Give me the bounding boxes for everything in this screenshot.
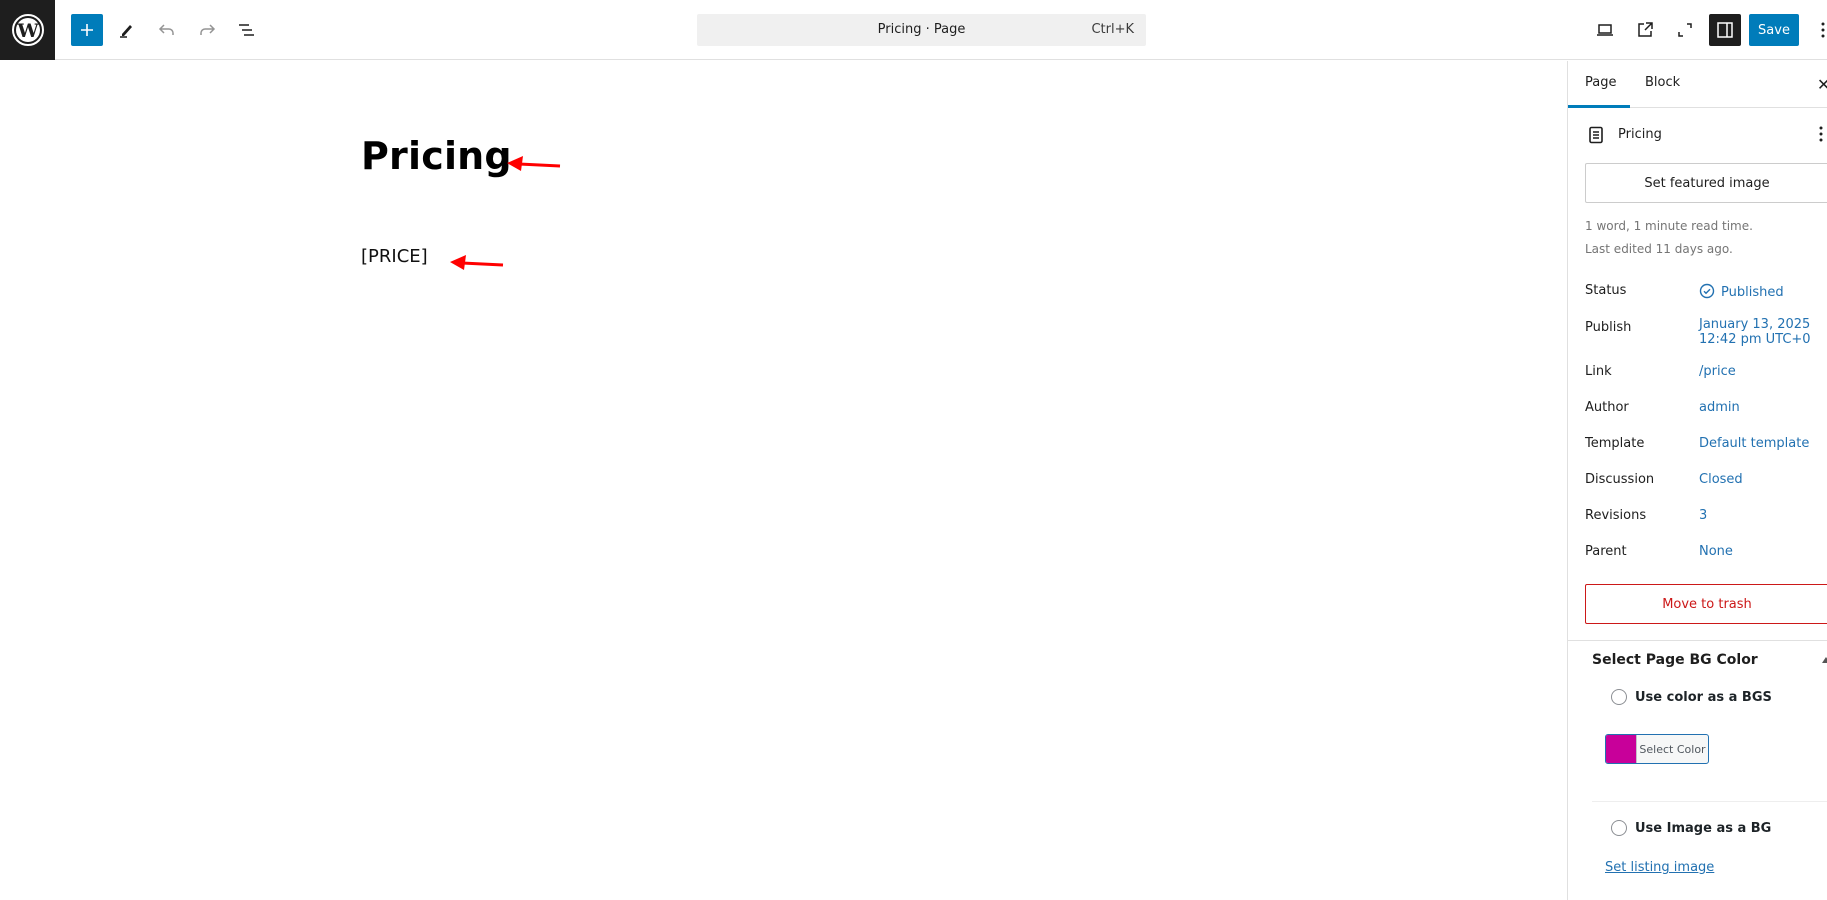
editor-canvas[interactable]: Pricing [PRICE] (0, 61, 1567, 900)
move-to-trash-button[interactable]: Move to trash (1585, 584, 1827, 624)
redo-icon (200, 24, 216, 35)
bg-color-panel-title[interactable]: Select Page BG Color (1592, 652, 1758, 668)
publish-time: 12:42 pm UTC+0 (1699, 332, 1811, 347)
external-link-icon (1638, 22, 1653, 37)
kebab-icon (1821, 22, 1825, 38)
use-image-label: Use Image as a BG (1635, 821, 1772, 836)
active-tab-indicator (1568, 105, 1630, 108)
revisions-label: Revisions (1585, 508, 1647, 523)
word-count: 1 word, 1 minute read time. (1585, 219, 1753, 233)
sidebar-tabs: Page Block ✕ (1568, 61, 1827, 108)
command-palette-bar[interactable]: Pricing · Page Ctrl+K (697, 14, 1146, 46)
publish-date: January 13, 2025 (1699, 317, 1811, 332)
color-swatch (1606, 735, 1636, 763)
last-edited: Last edited 11 days ago. (1585, 242, 1733, 256)
template-value[interactable]: Default template (1699, 436, 1809, 451)
view-page-button[interactable] (1629, 14, 1661, 46)
status-label: Status (1585, 283, 1627, 298)
set-featured-image-button[interactable]: Set featured image (1585, 163, 1827, 203)
use-color-radio[interactable] (1611, 689, 1627, 705)
settings-toggle-button[interactable] (1709, 14, 1741, 46)
fullscreen-icon (1678, 23, 1692, 37)
use-image-radio[interactable] (1611, 820, 1627, 836)
template-label: Template (1585, 436, 1645, 451)
status-value[interactable]: Published (1699, 283, 1784, 300)
shortcode-paragraph[interactable]: [PRICE] (361, 246, 428, 267)
svg-text:W: W (16, 20, 39, 42)
block-inserter-button[interactable] (71, 14, 103, 46)
annotation-arrow-content (450, 255, 504, 270)
use-color-label: Use color as a BGS (1635, 690, 1772, 705)
color-picker-button[interactable]: Select Color (1605, 734, 1709, 764)
sidebar-toggle-icon (1717, 22, 1733, 38)
author-value[interactable]: admin (1699, 400, 1740, 415)
undo-button[interactable] (151, 14, 183, 46)
status-text: Published (1721, 285, 1784, 300)
document-title: Pricing · Page (877, 22, 966, 37)
discussion-label: Discussion (1585, 472, 1655, 487)
post-title[interactable]: Pricing (361, 134, 512, 178)
device-preview-button[interactable] (1589, 14, 1621, 46)
discussion-value[interactable]: Closed (1699, 472, 1743, 487)
tools-button[interactable] (111, 14, 143, 46)
revisions-value[interactable]: 3 (1699, 508, 1707, 523)
tab-block[interactable]: Block (1645, 75, 1680, 90)
author-label: Author (1585, 400, 1629, 415)
desktop-icon (1597, 24, 1613, 36)
close-icon[interactable]: ✕ (1817, 75, 1827, 94)
parent-label: Parent (1585, 544, 1627, 559)
panel-divider (1568, 640, 1827, 641)
annotation-arrow-title (507, 156, 561, 171)
list-view-icon (239, 24, 254, 36)
plus-icon (81, 24, 93, 36)
collapse-caret-icon[interactable] (1822, 657, 1827, 663)
settings-sidebar: Page Block ✕ Pricing Set featured image … (1567, 61, 1827, 900)
wordpress-logo[interactable]: W (0, 0, 55, 60)
options-menu-button[interactable] (1811, 14, 1827, 46)
link-label: Link (1585, 364, 1612, 379)
parent-value[interactable]: None (1699, 544, 1733, 559)
select-color-label: Select Color (1636, 735, 1708, 763)
document-title-label: Pricing (1618, 127, 1662, 142)
keyboard-shortcut: Ctrl+K (1091, 22, 1134, 37)
publish-label: Publish (1585, 320, 1632, 335)
save-button[interactable]: Save (1749, 14, 1799, 46)
published-check-icon (1699, 283, 1715, 299)
undo-icon (158, 24, 174, 35)
page-icon (1589, 126, 1603, 144)
tab-page[interactable]: Page (1585, 75, 1616, 90)
wordpress-icon: W (11, 14, 44, 46)
redo-button[interactable] (191, 14, 223, 46)
section-divider (1592, 801, 1827, 802)
publish-date-value[interactable]: January 13, 2025 12:42 pm UTC+0 (1699, 317, 1811, 347)
list-view-button[interactable] (231, 14, 263, 46)
set-listing-image-link[interactable]: Set listing image (1605, 860, 1714, 875)
kebab-icon[interactable] (1818, 125, 1824, 143)
link-value[interactable]: /price (1699, 364, 1736, 379)
pencil-icon (120, 25, 132, 38)
fullscreen-button[interactable] (1669, 14, 1701, 46)
editor-header: W Pricing · Page Ctrl+K Save (0, 0, 1827, 60)
